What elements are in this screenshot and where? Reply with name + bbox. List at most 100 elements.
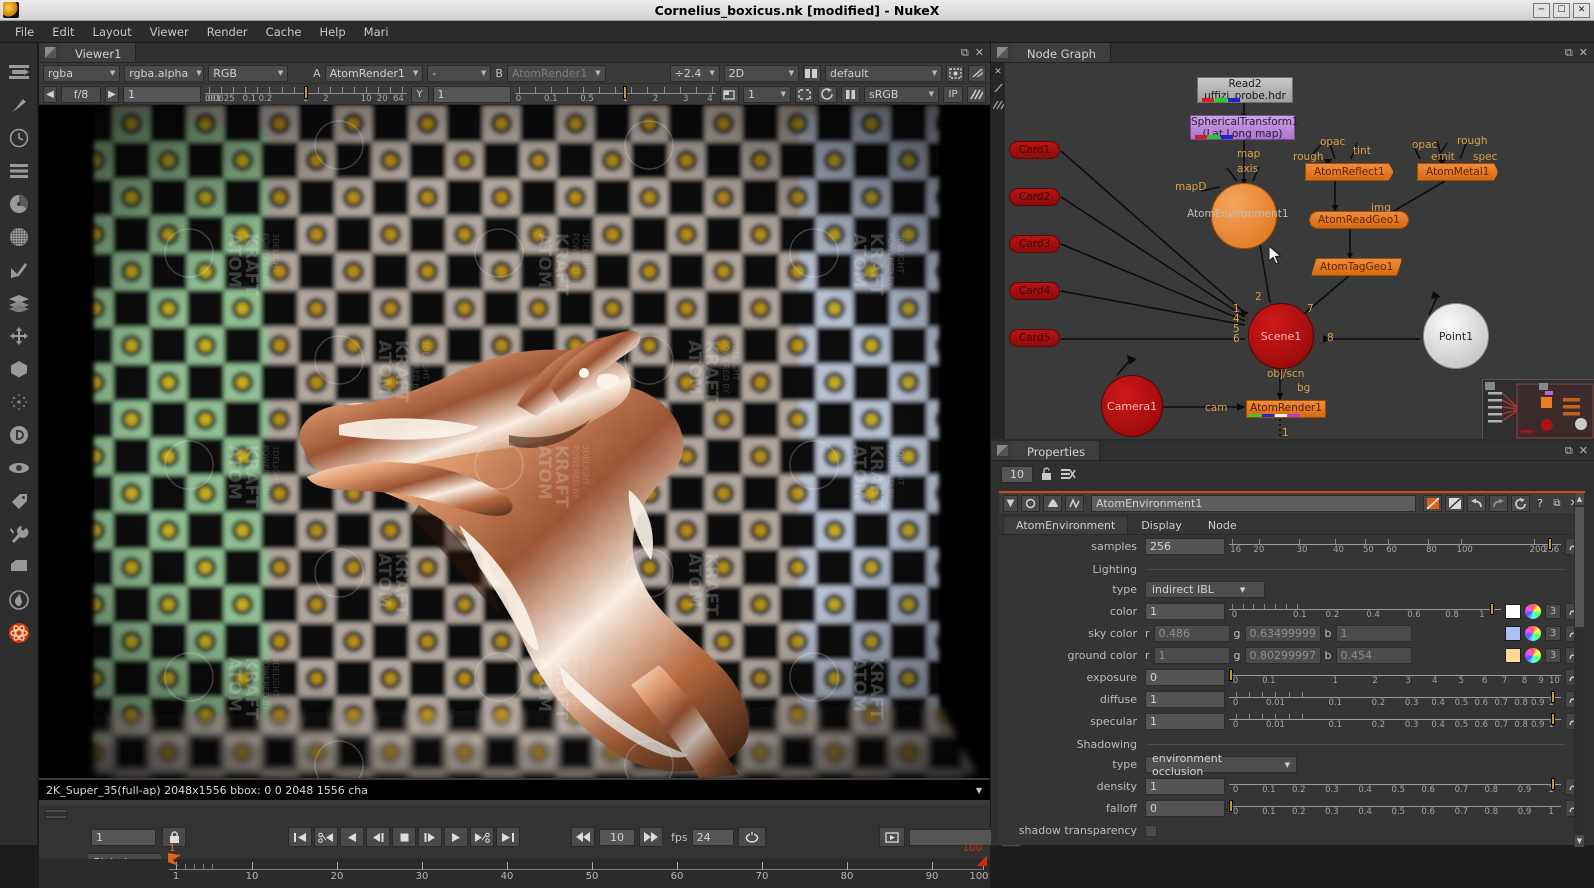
properties-float-icon[interactable]: ⧉ xyxy=(1565,444,1573,458)
menu-help[interactable]: Help xyxy=(310,23,354,41)
node-AtomMetal1[interactable]: AtomMetal1 xyxy=(1417,163,1499,181)
proxy-icon[interactable] xyxy=(720,85,739,103)
type-select[interactable]: indirect IBL ▼ xyxy=(1145,581,1265,598)
density-value[interactable]: 1 xyxy=(1145,778,1225,795)
close-button[interactable]: ✕ xyxy=(1573,2,1590,18)
menu-cache[interactable]: Cache xyxy=(257,23,311,41)
toolbar-eye-icon[interactable] xyxy=(4,451,34,484)
toolbar-cube-icon[interactable] xyxy=(4,352,34,385)
ground-color-b[interactable]: 0.454 xyxy=(1335,647,1412,664)
node-name-field[interactable]: AtomEnvironment1 xyxy=(1091,495,1416,512)
anim-icon[interactable] xyxy=(1065,495,1084,512)
play-backward-button[interactable] xyxy=(340,827,364,847)
gamma-label[interactable]: Y xyxy=(410,85,429,103)
color-dot-icon[interactable] xyxy=(1021,495,1040,512)
toolbar-box-icon[interactable] xyxy=(4,550,34,583)
ground-color-g[interactable]: 0.80299997 xyxy=(1244,647,1321,664)
exposure-value[interactable]: 0 xyxy=(1145,669,1225,686)
toolbar-halftone-icon[interactable] xyxy=(4,220,34,253)
step-forward-button[interactable] xyxy=(418,827,442,847)
shadow-transparency-checkbox[interactable] xyxy=(1145,824,1157,837)
specular-value[interactable]: 1 xyxy=(1145,713,1225,730)
node-Card1[interactable]: Card1 xyxy=(1009,141,1061,159)
grey-swatch-icon[interactable] xyxy=(1445,495,1464,512)
color-channels[interactable]: 3 xyxy=(1545,604,1561,619)
viewer-close-icon[interactable]: ✕ xyxy=(975,46,984,59)
toolbar-image-icon[interactable] xyxy=(4,55,34,88)
fastforward-icon[interactable] xyxy=(639,827,663,847)
revert-icon[interactable] xyxy=(1511,495,1530,512)
node-graph-canvas[interactable]: Read2 uffizi_probe.hdr SphericalTransfor… xyxy=(1005,63,1594,439)
viewer-process-select[interactable]: default ▼ xyxy=(824,64,943,82)
ground-color-r[interactable]: 1 xyxy=(1153,647,1230,664)
toolbar-channel-icon[interactable] xyxy=(4,154,34,187)
properties-scrollbar[interactable]: ▲ ▼ xyxy=(1574,493,1585,847)
node-Card4[interactable]: Card4 xyxy=(1009,282,1061,300)
toolbar-time-icon[interactable] xyxy=(4,121,34,154)
node-graph-float-icon[interactable]: ⧉ xyxy=(1565,46,1573,60)
menu-mari[interactable]: Mari xyxy=(355,23,398,41)
frame-increment-field[interactable]: 10 xyxy=(599,828,635,846)
step-back-button[interactable] xyxy=(366,827,390,847)
redo-icon[interactable] xyxy=(1489,495,1508,512)
gate-icon[interactable] xyxy=(795,85,814,103)
display-mode-select[interactable]: RGB ▼ xyxy=(208,64,289,82)
node-Point1[interactable]: Point1 xyxy=(1423,303,1489,369)
viewer-status-expand-icon[interactable]: ▼ xyxy=(976,786,982,795)
gain-slider[interactable]: 0.001 0.00625 0.1 0.2 1 2 10 20 64 xyxy=(205,85,407,104)
diffuse-slider[interactable]: 0 0.01 0.1 0.2 0.3 0.4 0.5 0.6 0.7 0.8 0… xyxy=(1229,690,1561,709)
menu-layout[interactable]: Layout xyxy=(84,23,141,41)
toolbar-wrench-icon[interactable] xyxy=(4,517,34,550)
tab-node-graph[interactable]: Node Graph xyxy=(1013,43,1111,62)
shadow-type-select[interactable]: environment occlusion ▼ xyxy=(1145,752,1297,778)
node-AtomReflect1[interactable]: AtomReflect1 xyxy=(1305,163,1394,181)
zoom-level-select[interactable]: f/8 xyxy=(61,85,101,103)
toolbar-move-icon[interactable] xyxy=(4,319,34,352)
last-frame-button[interactable] xyxy=(496,827,520,847)
colorspace-select[interactable]: sRGB ▼ xyxy=(864,85,939,103)
rewind-icon[interactable] xyxy=(571,827,595,847)
play-forward-button[interactable] xyxy=(444,827,468,847)
timeline-ruler[interactable]: 1 10 20 30 40 50 60 70 80 90 100 1 100 xyxy=(39,843,990,888)
color-value[interactable]: 1 xyxy=(1145,603,1225,620)
sky-color-swatch[interactable] xyxy=(1505,626,1521,641)
tab-properties[interactable]: Properties xyxy=(1013,441,1101,460)
samples-value[interactable]: 256 xyxy=(1145,538,1225,555)
node-AtomReadGeo1[interactable]: AtomReadGeo1 xyxy=(1309,211,1409,229)
properties-pane-grip[interactable] xyxy=(991,441,1013,460)
node-Read2[interactable]: Read2 uffizi_probe.hdr xyxy=(1197,77,1293,103)
gain-next-icon[interactable]: ▶ xyxy=(105,85,119,103)
sky-color-b[interactable]: 1 xyxy=(1335,625,1412,642)
ng-stripe-icon[interactable] xyxy=(992,100,1004,111)
properties-pin-count[interactable]: 10 xyxy=(1001,465,1033,483)
a-secondary-select[interactable]: - ▼ xyxy=(427,64,492,82)
tab-display[interactable]: Display xyxy=(1128,516,1195,534)
toolbar-keyer-icon[interactable] xyxy=(4,253,34,286)
mask-icon[interactable] xyxy=(802,64,821,82)
gain-prev-icon[interactable]: ◀ xyxy=(43,85,57,103)
unlock-icon[interactable] xyxy=(1040,467,1054,481)
roi-icon[interactable] xyxy=(946,64,965,82)
clear-all-icon[interactable] xyxy=(1061,467,1076,481)
ground-color-swatch[interactable] xyxy=(1505,648,1521,663)
node-Card5[interactable]: Card5 xyxy=(1009,329,1061,347)
gamma-field[interactable]: 1 xyxy=(432,85,511,103)
playhead-marker[interactable] xyxy=(167,853,183,869)
fps-field[interactable]: 24 xyxy=(691,828,734,846)
specular-slider[interactable]: 0 0.01 0.1 0.2 0.3 0.4 0.5 0.6 0.7 0.8 0… xyxy=(1229,712,1561,731)
toolbar-colorwheel-icon[interactable] xyxy=(4,187,34,220)
tab-atomenvironment[interactable]: AtomEnvironment xyxy=(1003,516,1129,534)
orange-swatch-icon[interactable] xyxy=(1423,495,1442,512)
menu-edit[interactable]: Edit xyxy=(43,23,83,41)
exposure-slider[interactable]: 0 0.1 1 2 3 4 5 6 7 8 9 10 xyxy=(1229,668,1561,687)
color-slider[interactable]: 0 0.1 0.2 0.4 0.6 0.8 1 xyxy=(1229,602,1501,621)
color-wheel-icon[interactable] xyxy=(1525,604,1541,619)
node-float-icon[interactable]: ⧉ xyxy=(1550,498,1564,509)
prev-keyframe-button[interactable] xyxy=(314,827,338,847)
first-frame-button[interactable] xyxy=(288,827,312,847)
node-SphericalTransform1[interactable]: SphericalTransform1 (Lat Long map) xyxy=(1190,115,1299,140)
refresh-icon[interactable] xyxy=(818,85,837,103)
node-Card3[interactable]: Card3 xyxy=(1009,235,1061,253)
properties-scroll-thumb[interactable] xyxy=(1575,507,1584,627)
undo-icon[interactable] xyxy=(1467,495,1486,512)
